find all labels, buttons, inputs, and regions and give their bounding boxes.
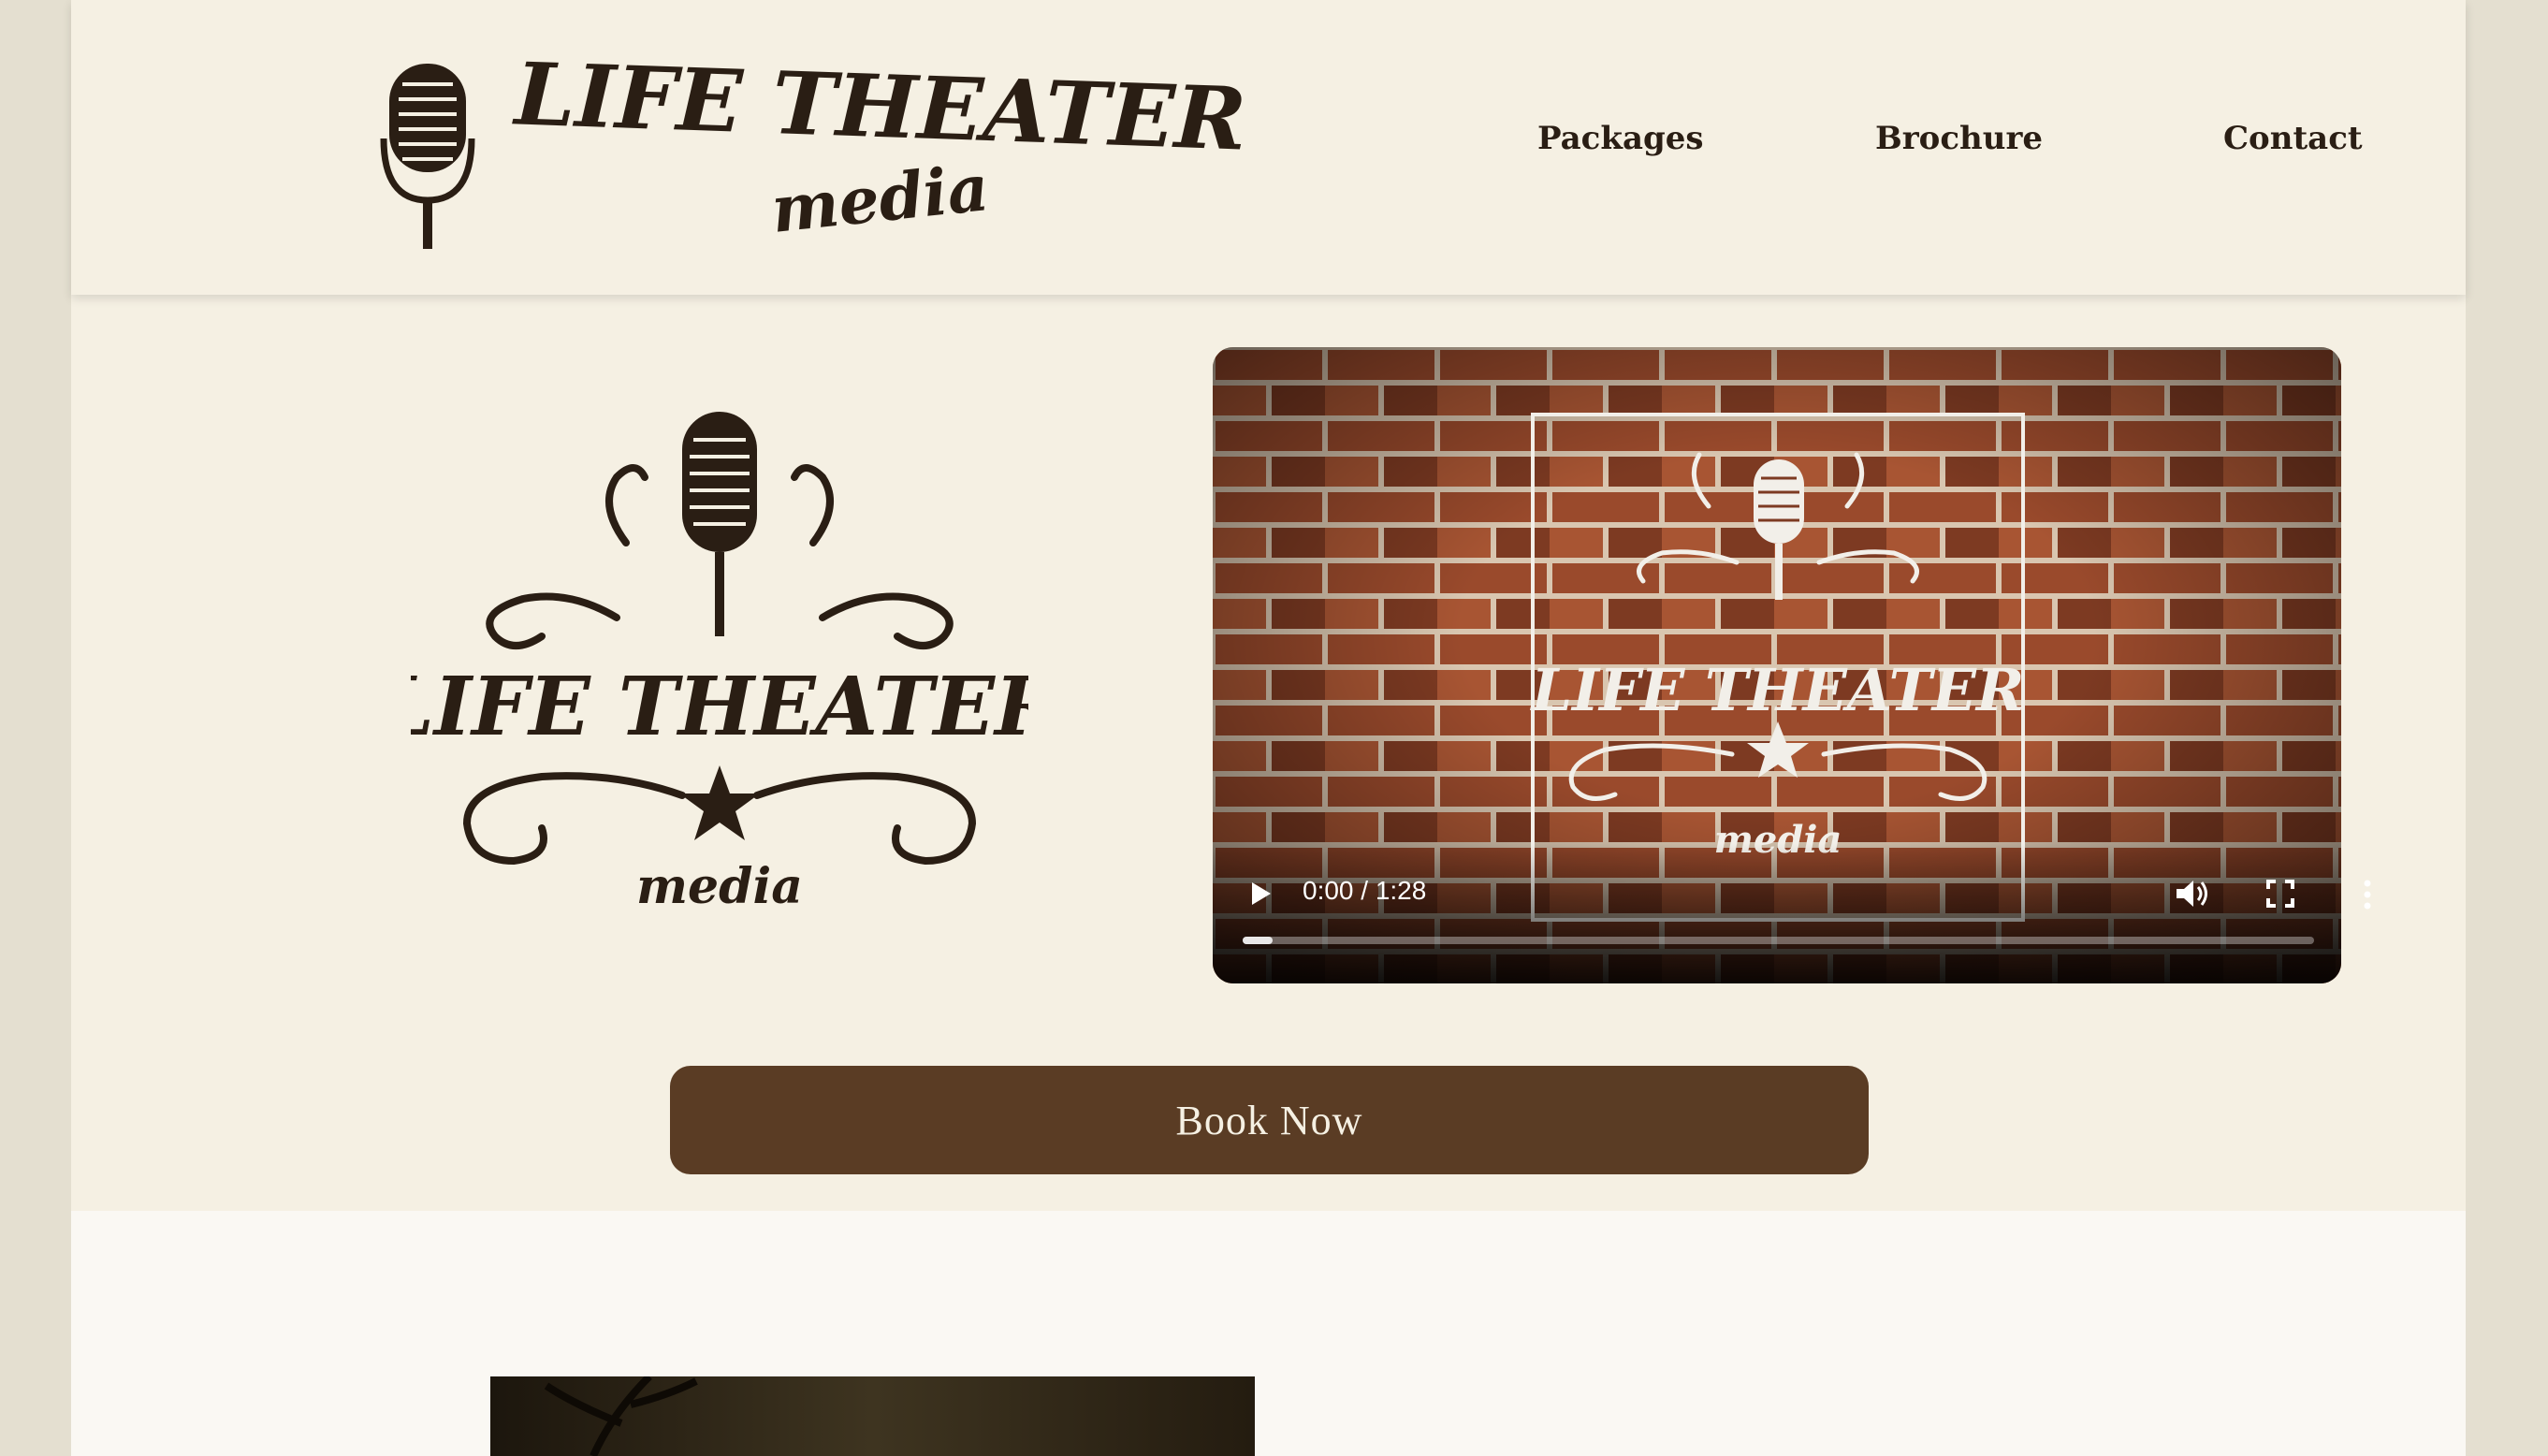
- volume-icon[interactable]: [2173, 875, 2210, 912]
- fullscreen-icon[interactable]: [2264, 878, 2296, 910]
- hero-logo-name: LIFE THEATER: [411, 660, 1028, 754]
- hero-logo-graphic: LIFE THEATER media: [411, 412, 1028, 915]
- header-logo-sub: media: [768, 151, 993, 248]
- header-logo-name: LIFE THEATER: [510, 43, 1247, 169]
- microphone-icon: [682, 412, 757, 636]
- hero-logo: LIFE THEATER media: [411, 402, 1028, 926]
- lower-section: [71, 1211, 2466, 1456]
- lower-section-image: [490, 1376, 1255, 1456]
- header-logo-graphic: LIFE THEATER media: [380, 43, 1248, 249]
- video-controls-gradient: [1213, 843, 2341, 983]
- hero-logo-sub: media: [636, 858, 803, 915]
- more-vert-icon[interactable]: [2358, 876, 2377, 913]
- nav-packages[interactable]: Packages: [1537, 120, 1704, 165]
- video-progress-handle[interactable]: [1243, 937, 1273, 944]
- book-now-button[interactable]: Book Now: [670, 1066, 1869, 1174]
- nav-brochure[interactable]: Brochure: [1875, 120, 2043, 165]
- video-time: 0:00 / 1:28: [1303, 876, 1427, 905]
- tree-silhouette-image: [490, 1376, 1255, 1456]
- video-overlay-name: LIFE THEATER: [1529, 656, 2024, 724]
- microphone-icon: [380, 64, 475, 249]
- star-icon: [679, 765, 760, 840]
- video-progress-bar[interactable]: [1243, 937, 2314, 944]
- site-header: LIFE THEATER media Packages Brochure Con…: [71, 0, 2466, 295]
- header-logo[interactable]: LIFE THEATER media: [371, 17, 1269, 262]
- play-icon[interactable]: [1245, 878, 1276, 910]
- nav-contact[interactable]: Contact: [2223, 120, 2363, 165]
